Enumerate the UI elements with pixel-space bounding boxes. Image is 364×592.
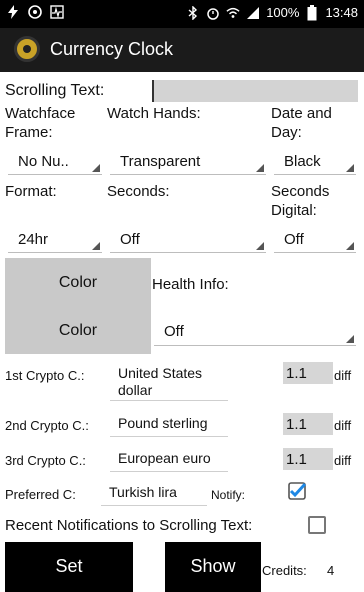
battery-percent: 100% (266, 5, 300, 20)
crypto-1-label: 1st Crypto C.: (5, 368, 85, 383)
seconds-digital-value: Off (284, 231, 304, 248)
format-value: 24hr (18, 231, 49, 248)
watch-hands-value: Transparent (120, 153, 201, 170)
watch-hands-label: Watch Hands: (107, 105, 201, 122)
crypto-2-currency-value: Pound sterling (118, 415, 208, 431)
date-day-spinner[interactable]: Black (274, 153, 356, 175)
app-title: Currency Clock (50, 39, 174, 59)
signal-icon (246, 6, 260, 20)
crypto-1-diff-value: 1.1 (286, 365, 307, 382)
seconds-digital-label: Seconds Digital: (271, 182, 329, 220)
watch-hands-spinner[interactable]: Transparent (110, 153, 266, 175)
watchface-frame-label-line1: Watchface (5, 105, 76, 122)
format-spinner[interactable]: 24hr (8, 231, 102, 253)
alarm-icon (206, 6, 220, 20)
health-info-value: Off (164, 323, 184, 340)
seconds-label: Seconds: (107, 183, 170, 200)
crypto-3-currency-field[interactable]: European euro (110, 450, 228, 472)
dropdown-arrow-icon (346, 164, 354, 172)
seconds-spinner[interactable]: Off (110, 231, 266, 253)
activity-icon (50, 5, 64, 19)
crypto-2-currency-field[interactable]: Pound sterling (110, 415, 228, 437)
health-info-spinner[interactable]: Off (154, 323, 356, 346)
date-day-label-line1: Date and (271, 105, 332, 122)
recent-notifications-label: Recent Notifications to Scrolling Text: (5, 517, 253, 534)
crypto-2-diff-input[interactable]: 1.1 (283, 413, 333, 435)
color-label-bottom: Color (58, 322, 98, 339)
whatsapp-icon (28, 5, 42, 19)
checkmark-icon (288, 482, 307, 500)
dropdown-arrow-icon (256, 164, 264, 172)
crypto-3-diff-input[interactable]: 1.1 (283, 448, 333, 470)
watchface-frame-label-line2: Frame: (5, 124, 53, 141)
notify-label: Notify: (211, 488, 246, 502)
date-day-label: Date and Day: (271, 104, 332, 142)
set-button[interactable]: Set (5, 542, 133, 592)
bluetooth-icon (186, 5, 200, 20)
clock-time: 13:48 (325, 5, 358, 20)
preferred-currency-value: Turkish lira (109, 484, 177, 500)
seconds-value: Off (120, 231, 140, 248)
notify-checkbox[interactable] (288, 482, 307, 500)
crypto-3-currency-value: European euro (118, 450, 211, 466)
crypto-1-currency-line1: United States (118, 365, 203, 381)
date-day-value: Black (284, 153, 321, 170)
health-info-label: Health Info: (152, 276, 229, 293)
color-label-top: Color (58, 274, 98, 291)
dropdown-arrow-icon (92, 242, 100, 250)
scrolling-text-label: Scrolling Text: (5, 82, 105, 99)
recent-notifications-checkbox[interactable] (308, 516, 326, 534)
watchface-frame-label: Watchface Frame: (5, 104, 75, 142)
date-day-label-line2: Day: (271, 124, 302, 141)
crypto-3-diff-value: 1.1 (286, 451, 307, 468)
watchface-frame-value: No Nu.. (18, 153, 69, 170)
show-button-label: Show (190, 556, 236, 576)
seconds-digital-spinner[interactable]: Off (274, 231, 356, 253)
preferred-currency-label: Preferred C: (5, 487, 76, 502)
format-label: Format: (5, 183, 57, 200)
crypto-3-diff-label: diff (334, 453, 352, 468)
bolt-icon (6, 5, 20, 19)
crypto-2-diff-value: 1.1 (286, 416, 307, 433)
crypto-2-label: 2nd Crypto C.: (5, 418, 89, 433)
crypto-1-diff-input[interactable]: 1.1 (283, 362, 333, 384)
crypto-1-currency-field[interactable]: United States dollar (110, 365, 228, 401)
crypto-1-diff-label: diff (334, 368, 352, 383)
app-logo-icon (14, 36, 40, 62)
text-cursor (152, 80, 154, 102)
preferred-currency-field[interactable]: Turkish lira (101, 484, 207, 506)
seconds-digital-label-line2: Digital: (271, 202, 317, 219)
wifi-icon (226, 6, 240, 20)
app-bar: Currency Clock (0, 28, 364, 72)
credits-label: Credits: (262, 563, 307, 578)
watchface-frame-spinner[interactable]: No Nu.. (8, 153, 102, 175)
dropdown-arrow-icon (256, 242, 264, 250)
dropdown-arrow-icon (346, 242, 354, 250)
status-bar: 100% 13:48 (0, 0, 364, 28)
color-button[interactable]: Color Color (5, 258, 151, 354)
scrolling-text-input[interactable] (152, 80, 358, 102)
show-button[interactable]: Show (165, 542, 261, 592)
seconds-digital-label-line1: Seconds (271, 183, 330, 200)
battery-icon (305, 4, 319, 20)
crypto-1-currency-line2: dollar (118, 382, 153, 398)
dropdown-arrow-icon (346, 335, 354, 343)
set-button-label: Set (55, 556, 83, 576)
crypto-3-label: 3rd Crypto C.: (5, 453, 86, 468)
dropdown-arrow-icon (92, 164, 100, 172)
crypto-2-diff-label: diff (334, 418, 352, 433)
credits-value: 4 (327, 563, 335, 578)
